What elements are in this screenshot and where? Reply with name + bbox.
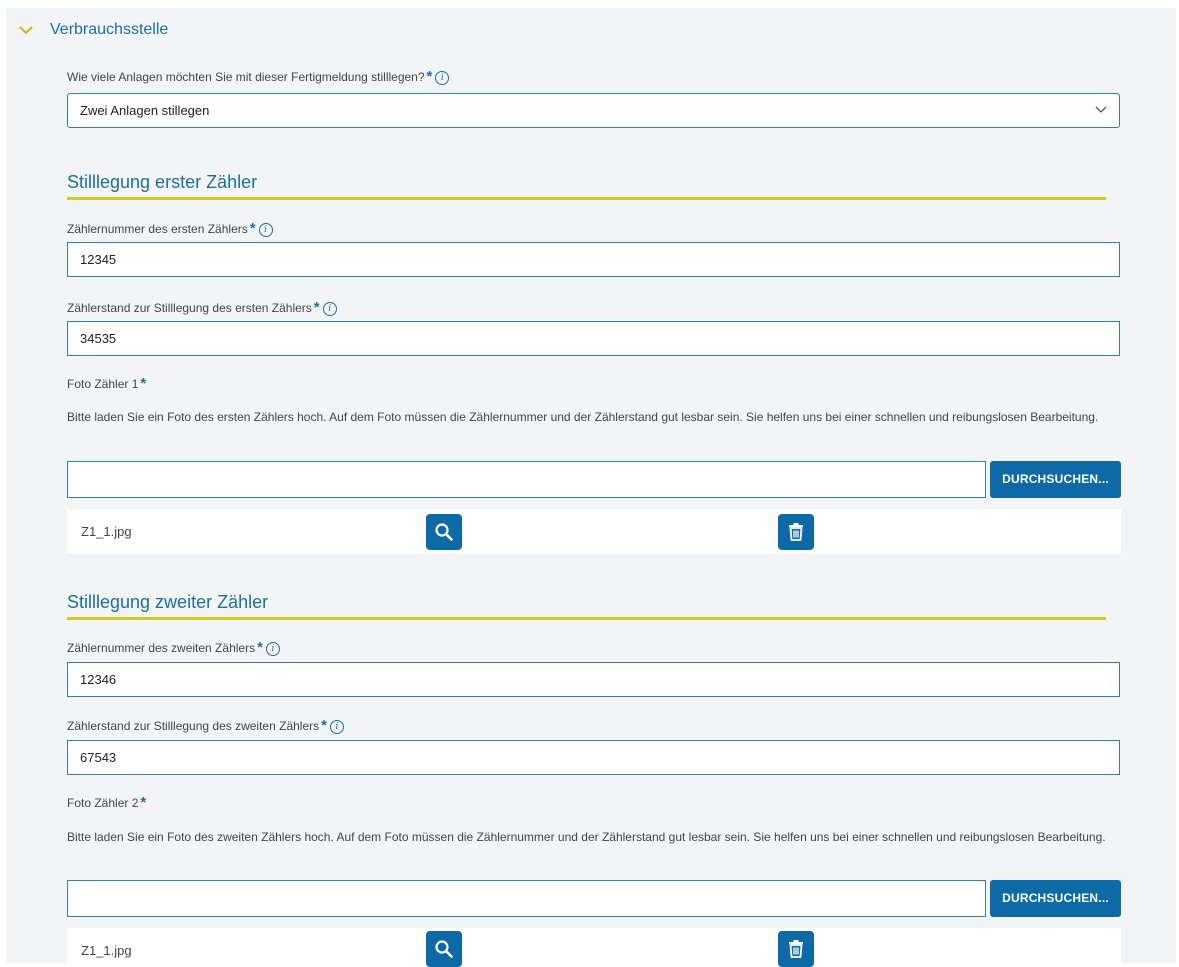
zaehlernummer-2-label-text: Zählernummer des zweiten Zählers [67,641,256,655]
required-marker: * [249,220,256,237]
info-icon[interactable]: i [435,71,450,85]
zaehlernummer-1-input[interactable]: 12345 [67,242,1120,277]
info-icon[interactable]: i [258,223,273,237]
foto-1-help-text: Bitte laden Sie ein Foto des ersten Zähl… [67,410,1099,424]
uploaded-file-row: Z1_1.jpg [67,928,1121,967]
zaehlerstand-2-label-text: Zählerstand zur Stilllegung des zweiten … [67,719,320,733]
required-marker: * [257,639,263,656]
zaehlernummer-2-label: Zählernummer des zweiten Zählers * i [67,639,280,656]
foto-1-file-input[interactable] [67,461,986,498]
preview-button[interactable] [426,514,462,550]
section-divider [67,197,1106,200]
anlagen-label: Wie viele Anlagen möchten Sie mit dieser… [67,68,450,85]
delete-button[interactable] [778,514,814,550]
foto-2-label: Foto Zähler 2 * [67,794,146,811]
zaehlerstand-1-input[interactable]: 34535 [67,321,1120,356]
trash-icon [789,940,803,958]
delete-button[interactable] [778,931,814,967]
zaehlernummer-1-label-text: Zählernummer des ersten Zählers [67,222,248,236]
file-name: Z1_1.jpg [81,943,132,958]
chevron-down-icon[interactable] [18,22,34,38]
accordion-title[interactable]: Verbrauchsstelle [50,21,168,39]
info-icon[interactable]: i [322,302,337,316]
zaehlerstand-2-input[interactable]: 67543 [67,740,1120,775]
search-icon [435,940,453,958]
section-divider [67,617,1106,620]
chevron-down-icon [1095,106,1107,113]
zaehlerstand-1-label-text: Zählerstand zur Stilllegung des ersten Z… [67,301,312,315]
zaehlerstand-1-label: Zählerstand zur Stilllegung des ersten Z… [67,299,337,316]
anlagen-label-text: Wie viele Anlagen möchten Sie mit dieser… [67,70,425,84]
zaehlernummer-1-label: Zählernummer des ersten Zählers * i [67,220,273,237]
browse-button[interactable]: DURCHSUCHEN... [990,461,1121,498]
uploaded-file-row: Z1_1.jpg [67,509,1121,554]
zaehlerstand-2-label: Zählerstand zur Stilllegung des zweiten … [67,717,344,734]
browse-button[interactable]: DURCHSUCHEN... [990,880,1121,917]
required-marker: * [313,299,320,316]
info-icon[interactable]: i [265,642,280,656]
required-marker: * [321,717,327,734]
foto-2-help-text: Bitte laden Sie ein Foto des zweiten Zäh… [67,830,1106,844]
anlagen-select[interactable]: Zwei Anlagen stillegen [67,93,1120,128]
anlagen-select-value: Zwei Anlagen stillegen [80,103,210,118]
required-marker: * [140,794,147,811]
search-icon [435,523,453,541]
section-title-zaehler-2: Stilllegung zweiter Zähler [67,592,269,612]
info-icon[interactable]: i [329,720,344,734]
foto-2-label-text: Foto Zähler 2 [67,796,139,810]
section-title-zaehler-1: Stilllegung erster Zähler [67,172,258,192]
trash-icon [789,523,803,541]
foto-2-file-input[interactable] [67,880,986,917]
foto-1-label-text: Foto Zähler 1 [67,377,139,391]
required-marker: * [140,375,147,392]
zaehlernummer-2-input[interactable]: 12346 [67,662,1120,697]
file-name: Z1_1.jpg [81,524,132,539]
preview-button[interactable] [426,931,462,967]
foto-1-label: Foto Zähler 1 * [67,375,146,392]
required-marker: * [426,68,433,85]
